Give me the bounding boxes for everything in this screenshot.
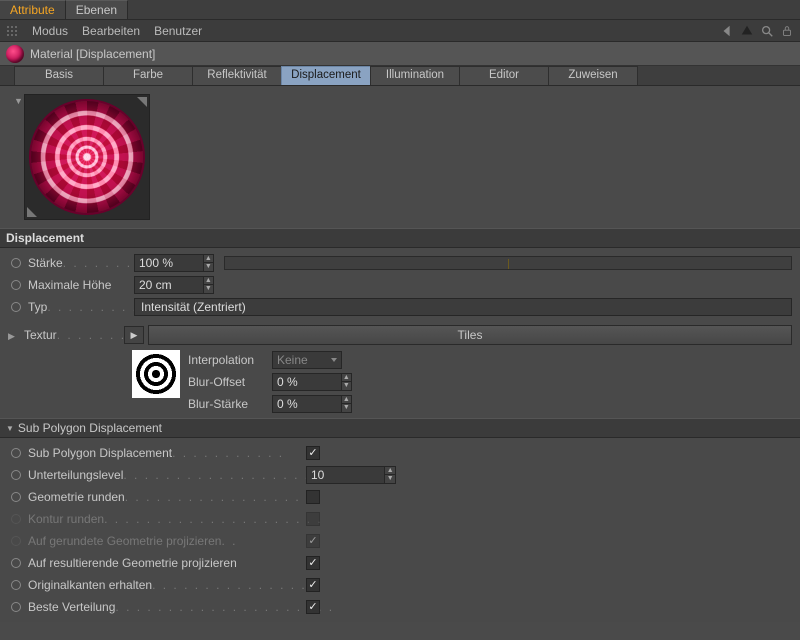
material-preview[interactable]	[24, 94, 150, 220]
row-spd-projres: Auf resultierende Geometrie projizieren	[8, 552, 792, 574]
grip-icon[interactable]	[6, 25, 18, 37]
label-spd-origkant: Originalkanten erhalten	[28, 578, 152, 592]
row-spd-projround: Auf gerundete Geometrie projizieren. .	[8, 530, 792, 552]
preview-rosette-icon	[31, 101, 143, 213]
ptab-displacement[interactable]: Displacement	[281, 66, 371, 85]
dots: . . . . . . . .	[63, 256, 143, 270]
anim-dot	[11, 536, 21, 546]
label-maxhoehe: Maximale Höhe	[28, 278, 111, 292]
anim-dot[interactable]	[11, 448, 21, 458]
row-spd-beste: Beste Verteilung. . . . . . . . . . . . …	[8, 596, 792, 618]
label-bluroffset: Blur-Offset	[188, 375, 268, 389]
anim-dot[interactable]	[11, 302, 21, 312]
tab-attribute[interactable]: Attribute	[0, 0, 66, 19]
ptab-editor[interactable]: Editor	[459, 66, 549, 85]
anim-dot[interactable]	[11, 558, 21, 568]
anim-dot[interactable]	[11, 258, 21, 268]
row-spd-origkant: Originalkanten erhalten. . . . . . . . .…	[8, 574, 792, 596]
label-spd-enable: Sub Polygon Displacement	[28, 446, 172, 460]
menu-bar: Modus Bearbeiten Benutzer	[0, 20, 800, 42]
section-header-displacement: Displacement	[0, 228, 800, 248]
spd-title: Sub Polygon Displacement	[18, 421, 162, 435]
texture-picker-button[interactable]: ▶	[124, 326, 144, 344]
anim-dot	[11, 514, 21, 524]
ptab-illumination[interactable]: Illumination	[370, 66, 460, 85]
anim-dot[interactable]	[11, 470, 21, 480]
ptab-basis[interactable]: Basis	[14, 66, 104, 85]
input-staerke[interactable]: ▲▼	[134, 254, 214, 272]
disclosure-triangle-icon[interactable]: ▶	[8, 329, 20, 342]
label-spd-round: Geometrie runden	[28, 490, 125, 504]
texture-shader-button[interactable]: Tiles	[148, 325, 792, 345]
checkbox-spd-projround	[306, 534, 320, 548]
label-textur: Textur	[24, 328, 57, 342]
object-title: Material [Displacement]	[30, 47, 155, 61]
dropdown-typ[interactable]: Intensität (Zentriert)	[134, 298, 792, 316]
menu-bearbeiten[interactable]: Bearbeiten	[82, 24, 140, 38]
material-ball-icon	[6, 45, 24, 63]
object-title-row: Material [Displacement]	[0, 42, 800, 66]
lock-icon[interactable]	[780, 24, 794, 38]
label-spd-projres: Auf resultierende Geometrie projizieren	[28, 556, 237, 570]
preview-area: ▼	[0, 86, 800, 228]
label-spd-projround: Auf gerundete Geometrie projizieren	[28, 534, 221, 548]
checkbox-spd-beste[interactable]	[306, 600, 320, 614]
anim-dot[interactable]	[11, 280, 21, 290]
panel-tabs: Attribute Ebenen	[0, 0, 800, 20]
label-spd-beste: Beste Verteilung	[28, 600, 115, 614]
label-interpolation: Interpolation	[188, 353, 268, 367]
row-spd-enable: Sub Polygon Displacement. . . . . . . . …	[8, 442, 792, 464]
disclosure-triangle-icon[interactable]: ▼	[14, 94, 24, 106]
nav-back-icon[interactable]	[720, 24, 734, 38]
menu-benutzer[interactable]: Benutzer	[154, 24, 202, 38]
row-maxhoehe: Maximale Höhe ▲▼	[8, 274, 792, 296]
nav-up-icon[interactable]	[740, 24, 754, 38]
checkbox-spd-origkant[interactable]	[306, 578, 320, 592]
input-spd-level[interactable]: ▲▼	[306, 466, 396, 484]
label-typ: Typ	[28, 300, 47, 314]
ptab-farbe[interactable]: Farbe	[103, 66, 193, 85]
section-header-spd[interactable]: ▼ Sub Polygon Displacement	[0, 418, 800, 438]
tab-ebenen[interactable]: Ebenen	[66, 0, 128, 19]
property-tabs: Basis Farbe Reflektivität Displacement I…	[0, 66, 800, 86]
anim-dot[interactable]	[11, 580, 21, 590]
dropdown-interpolation[interactable]: Keine	[272, 351, 342, 369]
row-spd-round: Geometrie runden. . . . . . . . . . . . …	[8, 486, 792, 508]
displacement-group: Stärke . . . . . . . . ▲▼ Maximale Höhe …	[0, 248, 800, 418]
row-textur: ▶ Textur . . . . . . . ▶ Tiles	[8, 324, 792, 346]
ptab-reflekt[interactable]: Reflektivität	[192, 66, 282, 85]
disclosure-triangle-icon[interactable]: ▼	[6, 424, 14, 433]
anim-dot[interactable]	[11, 492, 21, 502]
dots: . . . . . . .	[57, 328, 126, 342]
row-staerke: Stärke . . . . . . . . ▲▼	[8, 252, 792, 274]
input-bluroffset[interactable]: ▲▼	[272, 373, 352, 391]
anim-dot[interactable]	[11, 602, 21, 612]
checkbox-spd-projres[interactable]	[306, 556, 320, 570]
texture-subparams: Interpolation Keine Blur-Offset ▲▼ Blur-…	[132, 350, 792, 414]
row-spd-level: Unterteilungslevel. . . . . . . . . . . …	[8, 464, 792, 486]
checkbox-spd-round[interactable]	[306, 490, 320, 504]
label-staerke: Stärke	[28, 256, 63, 270]
spinner[interactable]: ▲▼	[203, 255, 213, 271]
row-typ: Typ . . . . . . . . . . Intensität (Zent…	[8, 296, 792, 318]
ptab-zuweisen[interactable]: Zuweisen	[548, 66, 638, 85]
menu-modus[interactable]: Modus	[32, 24, 68, 38]
label-spd-level: Unterteilungslevel	[28, 468, 123, 482]
label-spd-kontur: Kontur runden	[28, 512, 104, 526]
slider-staerke[interactable]	[224, 256, 792, 270]
texture-thumbnail[interactable]	[132, 350, 180, 398]
checkbox-spd-kontur	[306, 512, 320, 526]
input-maxhoehe[interactable]: ▲▼	[134, 276, 214, 294]
row-spd-kontur: Kontur runden. . . . . . . . . . . . . .…	[8, 508, 792, 530]
bullseye-icon	[134, 352, 178, 396]
label-blurstaerke: Blur-Stärke	[188, 397, 268, 411]
spd-group: Sub Polygon Displacement. . . . . . . . …	[0, 438, 800, 622]
checkbox-spd-enable[interactable]	[306, 446, 320, 460]
search-icon[interactable]	[760, 24, 774, 38]
spinner[interactable]: ▲▼	[203, 277, 213, 293]
input-blurstaerke[interactable]: ▲▼	[272, 395, 352, 413]
